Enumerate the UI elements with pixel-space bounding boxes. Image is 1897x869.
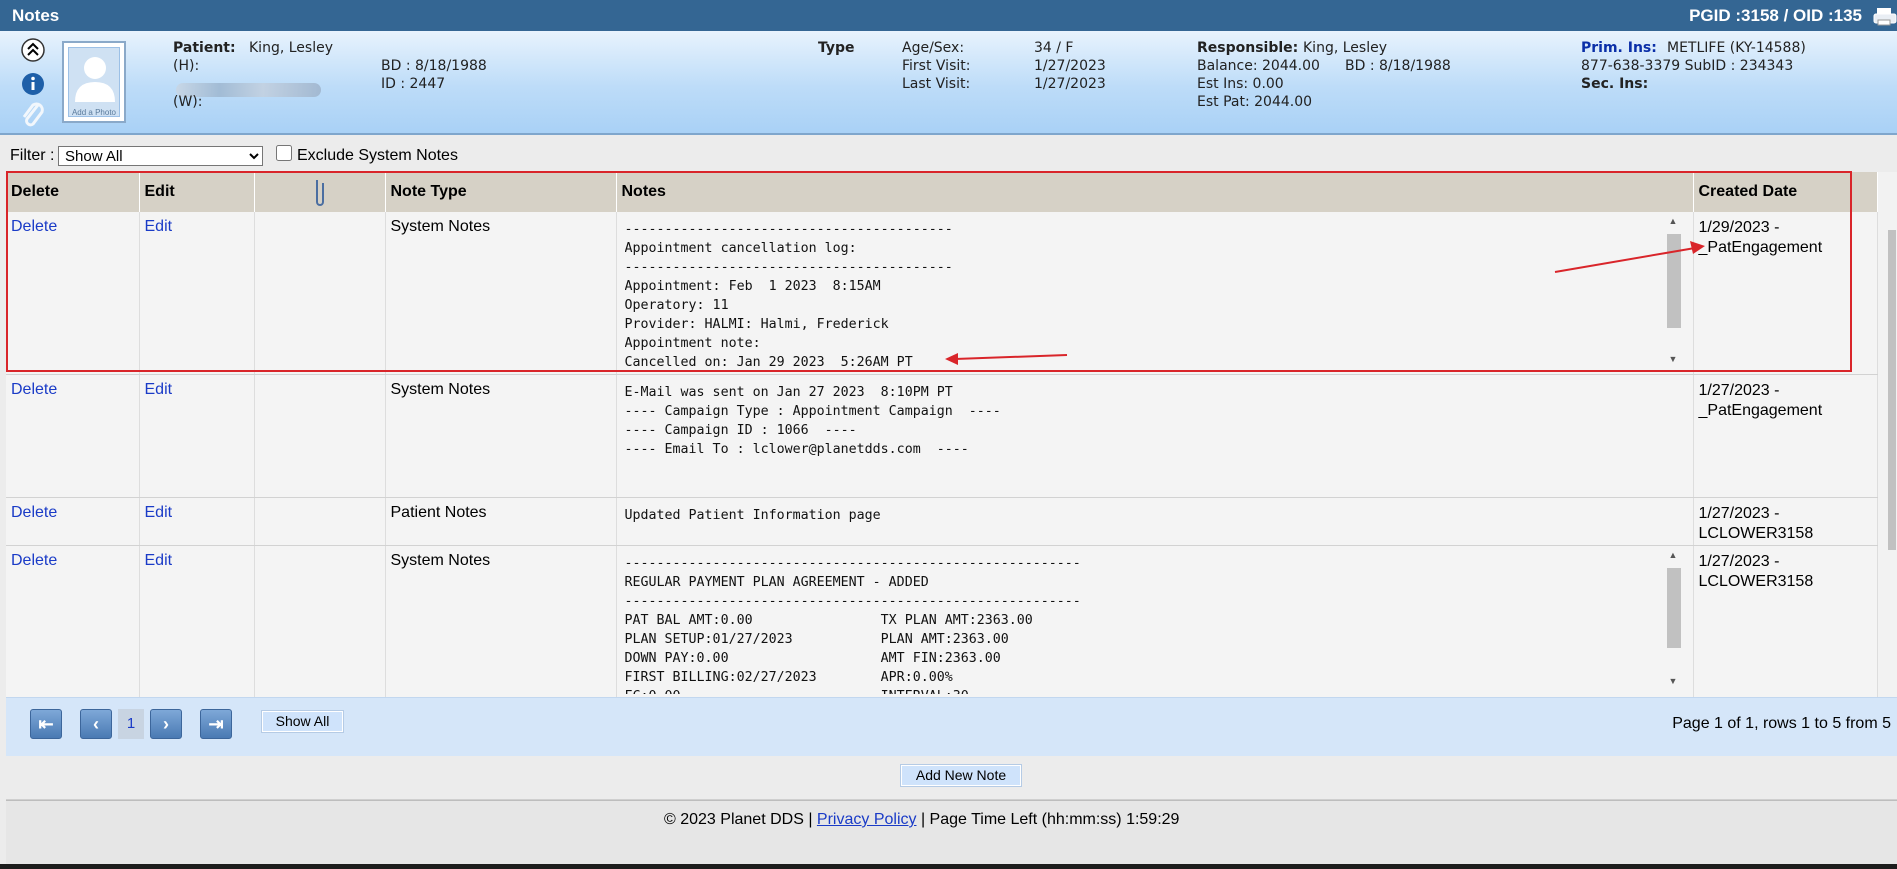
note-scrollbar[interactable]: ▲ ▼ [1666,550,1681,690]
note-text[interactable]: ----------------------------------------… [625,554,1693,694]
show-all-button[interactable]: Show All [262,711,343,732]
note-type: System Notes [385,212,617,375]
est-pat: Est Pat: 2044.00 [1197,94,1313,110]
add-note-bar: Add New Note [6,756,1897,800]
last-visit-label: Last Visit: [902,76,971,92]
next-page-button[interactable]: › [150,709,182,739]
avatar [68,47,120,117]
edit-link[interactable]: Edit [145,504,173,521]
note-text[interactable]: ----------------------------------------… [625,220,1693,370]
responsible-name: King, Lesley [1303,40,1387,56]
info-icon[interactable] [20,71,46,97]
col-header-created-date: Created Date [1693,172,1878,212]
patient-info-bar: Add a Photo Patient: King, Lesley (H): (… [0,31,1897,135]
col-header-attachment [254,172,386,212]
notes-window: Notes PGID :3158 / OID :135 Add a Photo … [0,0,1897,864]
attachment-cell [254,212,386,375]
attachment-cell [254,497,386,546]
exclude-system-notes-checkbox[interactable] [276,145,292,161]
edit-link[interactable]: Edit [145,552,173,569]
first-page-button[interactable]: ⇤ [30,709,62,739]
birthdate: BD : 8/18/1988 [381,58,487,74]
pager-bar: ⇤ ‹ 1 › ⇥ Show All Page 1 of 1, rows 1 t… [6,697,1897,756]
created-date: 1/29/2023 - _PatEngagement [1698,219,1823,256]
note-type: System Notes [385,374,617,498]
filter-bar: Filter : Show All Exclude System Notes [0,137,1897,170]
delete-link[interactable]: Delete [11,552,57,569]
note-scrollbar[interactable]: ▲ ▼ [1666,216,1681,368]
age-sex-value: 34 / F [1034,40,1074,56]
work-phone-label: (W): [173,94,203,110]
note-type: System Notes [385,545,617,698]
responsible-label: Responsible: [1197,40,1299,56]
note-type: Patient Notes [385,497,617,546]
printer-icon[interactable] [1873,6,1897,26]
prev-page-button[interactable]: ‹ [80,709,112,739]
last-visit-value: 1/27/2023 [1034,76,1106,92]
col-header-note-type: Note Type [385,172,617,212]
page-time-left: | Page Time Left (hh:mm:ss) 1:59:29 [920,811,1180,828]
last-page-button[interactable]: ⇥ [200,709,232,739]
patient-label: Patient: [173,40,236,56]
photo-caption: Add a Photo [71,108,117,117]
prim-ins-phone: 877-638-3379 SubID : 234343 [1581,58,1794,74]
edit-link[interactable]: Edit [145,218,173,235]
patient-photo[interactable]: Add a Photo [62,41,126,123]
col-header-edit: Edit [139,172,255,212]
created-date: 1/27/2023 - LCLOWER3158 [1698,552,1814,590]
patient-name: King, Lesley [249,40,333,56]
title-bar: Notes PGID :3158 / OID :135 [0,0,1897,31]
paperclip-icon[interactable] [20,99,46,131]
page-info: Page 1 of 1, rows 1 to 5 from 5 [1672,715,1891,732]
attachment-cell [254,374,386,498]
notes-grid: Delete Edit Note Type Notes Created Date… [6,172,1897,698]
prim-ins-value: METLIFE (KY-14588) [1667,40,1806,56]
edit-link[interactable]: Edit [145,381,173,398]
home-phone-label: (H): [173,58,200,74]
created-date: 1/27/2023 - LCLOWER3158 [1698,504,1814,542]
first-visit-value: 1/27/2023 [1034,58,1106,74]
delete-link[interactable]: Delete [11,218,57,235]
table-row: Delete Edit Patient Notes Updated Patien… [6,497,1878,546]
est-ins: Est Ins: 0.00 [1197,76,1284,92]
copyright: © 2023 Planet DDS | [664,811,813,828]
age-sex-label: Age/Sex: [902,40,965,56]
table-header-row: Delete Edit Note Type Notes Created Date [6,172,1878,212]
collapse-icon[interactable] [20,37,46,63]
note-text[interactable]: E-Mail was sent on Jan 27 2023 8:10PM PT… [625,383,1693,459]
grid-scrollbar[interactable] [1887,208,1897,688]
delete-link[interactable]: Delete [11,381,57,398]
sec-ins-label: Sec. Ins: [1581,76,1649,92]
privacy-policy-link[interactable]: Privacy Policy [817,811,917,828]
window-title: Notes [12,6,60,25]
created-date: 1/27/2023 - _PatEngagement [1698,381,1823,419]
type-label: Type [818,40,855,56]
responsible-birthdate: BD : 8/18/1988 [1345,58,1451,74]
notes-table: Delete Edit Note Type Notes Created Date… [6,172,1878,698]
exclude-system-notes-label[interactable]: Exclude System Notes [297,147,458,165]
attachment-cell [254,545,386,698]
first-visit-label: First Visit: [902,58,971,74]
person-icon [75,57,115,102]
prim-ins-label: Prim. Ins: [1581,40,1657,56]
footer: © 2023 Planet DDS | Privacy Policy | Pag… [6,800,1897,864]
add-new-note-button[interactable]: Add New Note [901,765,1021,786]
filter-select[interactable]: Show All [58,146,263,166]
table-row: Delete Edit System Notes E-Mail was sent… [6,374,1878,498]
practice-ids: PGID :3158 / OID :135 [1689,6,1862,25]
patient-id: ID : 2447 [381,76,446,92]
col-header-notes: Notes [616,172,1694,212]
balance: Balance: 2044.00 [1197,58,1320,74]
delete-link[interactable]: Delete [11,504,57,521]
attachment-icon [315,180,324,206]
table-row: Delete Edit System Notes ---------------… [6,545,1878,698]
note-text[interactable]: Updated Patient Information page [625,506,1693,525]
filter-label: Filter : [10,147,55,164]
table-row: Delete Edit System Notes ---------------… [6,212,1878,375]
page-number[interactable]: 1 [118,709,144,739]
col-header-delete: Delete [6,172,140,212]
